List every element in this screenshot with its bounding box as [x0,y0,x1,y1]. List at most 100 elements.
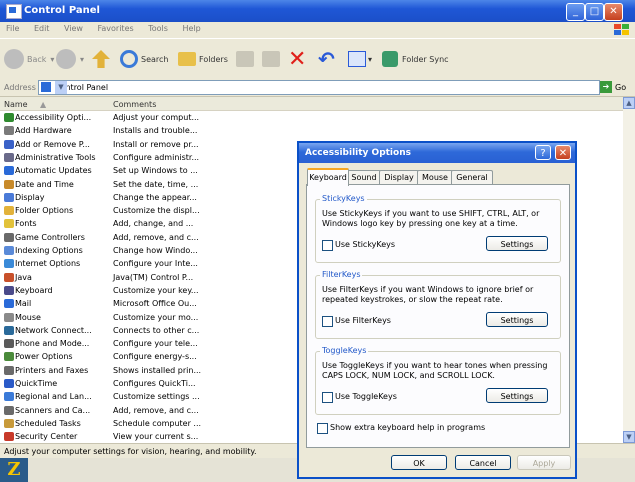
up-folder-button[interactable] [92,48,110,70]
window-titlebar[interactable]: Control Panel _ □ ✕ [0,0,635,22]
control-panel-item-icon [4,152,14,162]
list-item[interactable]: Add Hardware Installs and trouble... [0,125,623,136]
folder-sync-button[interactable]: Folder Sync [382,48,449,70]
item-comment: Customize the displ... [113,206,200,216]
address-label: Address [4,83,36,92]
scroll-down-icon[interactable]: ▼ [623,431,635,443]
tab-keyboard[interactable]: Keyboard [307,168,349,186]
use-filterkeys-checkbox[interactable] [322,316,333,327]
cancel-button[interactable]: Cancel [455,455,511,470]
help-button[interactable]: ? [535,145,551,160]
tab-general[interactable]: General [451,170,493,184]
move-to-button[interactable] [236,48,254,70]
maximize-button[interactable]: □ [585,3,604,21]
togglekeys-group: ToggleKeys Use ToggleKeys if you want to… [315,346,561,415]
copy-to-icon [262,51,280,67]
control-panel-item-icon [4,365,14,375]
toolbar: Back ▾ ▾ Search Folders ✕ ↶ ▾ Folder Syn… [0,38,635,80]
use-togglekeys-checkbox[interactable] [322,392,333,403]
go-button[interactable]: Go [615,83,626,92]
tab-sound[interactable]: Sound [347,170,381,184]
up-arrow-icon [92,50,110,68]
control-panel-item-icon [4,113,14,122]
close-button[interactable]: ✕ [604,3,623,21]
item-comment: Install or remove pr... [113,139,199,149]
menu-edit[interactable]: Edit [28,22,56,35]
use-stickykeys-label[interactable]: Use StickyKeys [335,240,395,249]
tab-mouse[interactable]: Mouse [417,170,453,184]
taskbar-app-icon[interactable]: Z [0,458,28,482]
menu-file[interactable]: File [0,22,25,35]
go-arrow-icon[interactable]: ➔ [600,81,612,93]
control-panel-item-icon [4,232,14,242]
item-comment: Customize your mo... [113,312,199,322]
control-panel-item-icon [4,139,14,149]
item-name: Administrative Tools [15,152,96,162]
folders-button[interactable]: Folders [178,48,228,70]
control-panel-item-icon [4,192,14,202]
menu-view[interactable]: View [58,22,89,35]
togglekeys-settings-button[interactable]: Settings [486,388,548,403]
show-extra-keyboard-help-checkbox[interactable] [317,423,328,434]
item-name: Network Connect... [15,325,92,335]
use-filterkeys-label[interactable]: Use FilterKeys [335,316,391,325]
item-name: Keyboard [15,285,53,295]
stickykeys-settings-button[interactable]: Settings [486,236,548,251]
ok-button[interactable]: OK [391,455,447,470]
item-comment: Change how Windo... [113,246,198,255]
scroll-up-icon[interactable]: ▲ [623,97,635,109]
views-button[interactable]: ▾ [348,48,372,70]
item-name: Display [15,192,45,202]
apply-button[interactable]: Apply [517,455,571,470]
vertical-scrollbar[interactable]: ▲ ▼ [623,97,635,443]
show-extra-keyboard-help-label[interactable]: Show extra keyboard help in programs [330,423,485,432]
item-comment: Schedule computer ... [113,418,202,428]
menu-bar: File Edit View Favorites Tools Help [0,22,635,38]
address-input[interactable]: Control Panel ▼ [38,80,600,95]
control-panel-item-icon [4,418,14,428]
dialog-close-button[interactable]: ✕ [555,145,571,160]
item-comment: Shows installed prin... [113,365,202,375]
forward-arrow-icon [56,49,76,69]
item-comment: View your current s... [113,432,199,442]
item-comment: Configure administr... [113,152,200,162]
item-name: Printers and Faxes [15,365,89,375]
item-name: Regional and Lan... [15,392,92,402]
address-dropdown-icon[interactable]: ▼ [55,81,67,94]
control-panel-small-icon [41,82,51,92]
back-button[interactable]: Back ▾ [4,48,54,70]
menu-help[interactable]: Help [176,22,206,35]
tab-display[interactable]: Display [379,170,419,184]
dialog-titlebar[interactable]: Accessibility Options ? ✕ [299,143,575,163]
column-name-header[interactable]: Name [4,100,28,109]
status-text: Adjust your computer settings for vision… [4,447,257,456]
togglekeys-description: Use ToggleKeys if you want to hear tones… [322,361,548,380]
column-comments-header[interactable]: Comments [113,100,156,109]
control-panel-item-icon [4,179,14,189]
sort-ascending-icon: ▲ [40,100,47,109]
use-stickykeys-checkbox[interactable] [322,240,333,251]
accessibility-options-dialog: Accessibility Options ? ✕ Keyboard Sound… [297,141,577,479]
item-name: Automatic Updates [15,166,92,176]
move-to-icon [236,51,254,67]
copy-to-button[interactable] [262,48,280,70]
minimize-button[interactable]: _ [566,3,585,21]
stickykeys-description: Use StickyKeys if you want to use SHIFT,… [322,209,540,228]
control-panel-item-icon [4,432,14,442]
search-button[interactable]: Search [120,48,168,70]
delete-button[interactable]: ✕ [288,47,306,72]
control-panel-item-icon [4,339,14,349]
filterkeys-settings-button[interactable]: Settings [486,312,548,327]
menu-favorites[interactable]: Favorites [92,22,140,35]
item-name: Scheduled Tasks [15,418,81,428]
item-comment: Customize your key... [113,285,199,295]
use-togglekeys-label[interactable]: Use ToggleKeys [335,392,397,401]
menu-tools[interactable]: Tools [142,22,174,35]
list-item[interactable]: Accessibility Opti... Adjust your comput.… [0,112,623,123]
control-panel-item-icon [4,219,14,229]
undo-button[interactable]: ↶ [318,47,335,71]
item-name: Phone and Mode... [15,339,90,349]
forward-button[interactable]: ▾ [56,48,84,70]
control-panel-item-icon [4,405,14,415]
keyboard-tab-panel: StickyKeys Use StickyKeys if you want to… [306,184,570,448]
